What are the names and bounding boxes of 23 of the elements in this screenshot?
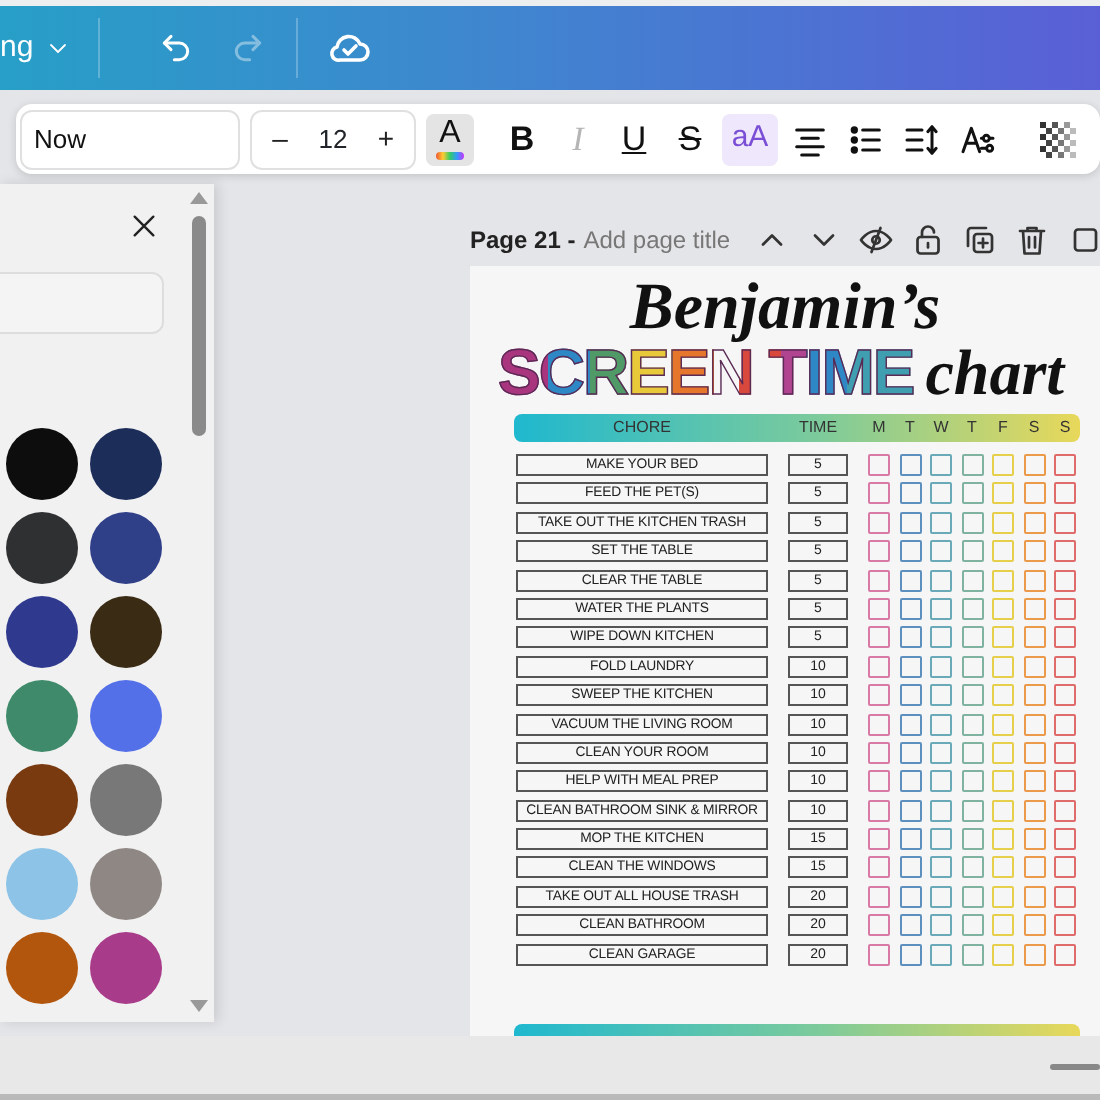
day-header: F — [996, 416, 1010, 440]
decrease-size-button[interactable]: – — [260, 118, 300, 160]
increase-size-button[interactable]: + — [366, 118, 406, 160]
column-header: CHORE — [611, 416, 673, 440]
font-size-control[interactable]: – 12 + — [250, 109, 416, 169]
font-size-value[interactable]: 12 — [318, 119, 348, 159]
text-color-button[interactable]: A — [426, 113, 474, 165]
page-label: Page 21 - — [470, 224, 576, 258]
page-title-field[interactable]: Add page title — [583, 222, 731, 258]
font-dropdown[interactable]: Now — [20, 109, 240, 169]
day-header: T — [965, 416, 979, 440]
chart-owner-name: Benjamin’s — [627, 270, 943, 342]
day-header: S — [1026, 416, 1042, 440]
day-header: S — [1057, 416, 1073, 440]
day-header: T — [903, 416, 917, 440]
strikethrough-button[interactable]: S — [666, 113, 714, 165]
underline-button[interactable]: U — [610, 113, 658, 165]
day-header: M — [870, 416, 888, 440]
column-header: TIME — [796, 416, 840, 440]
letter-case-button[interactable]: aA — [722, 113, 778, 165]
bold-button[interactable]: B — [498, 113, 546, 165]
day-header: W — [931, 416, 951, 440]
chart-title-suffix: chart — [925, 340, 1065, 404]
